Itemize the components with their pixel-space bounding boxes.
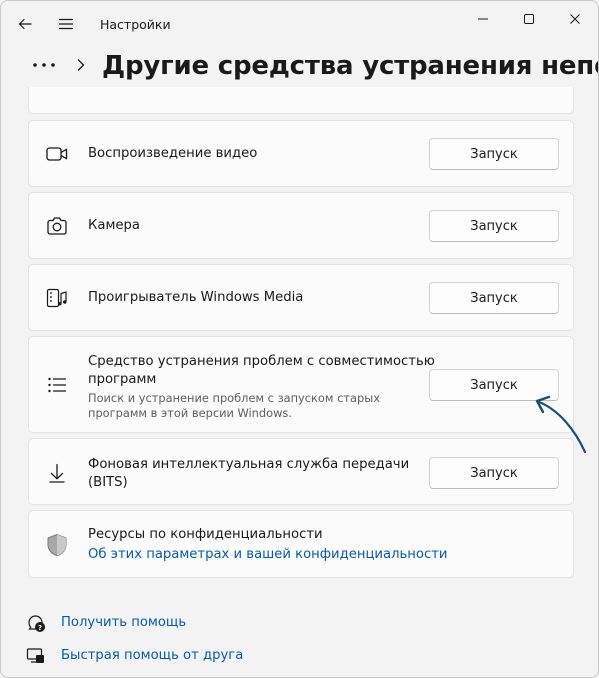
close-icon [570,14,580,24]
item-label: Камера [88,218,140,233]
hamburger-icon [58,18,74,30]
get-help-link[interactable]: Получить помощь [61,615,186,630]
item-label-line1: Фоновая интеллектуальная служба передачи [88,457,410,472]
item-label: Воспроизведение видео [88,146,258,161]
breadcrumb-chevron [74,55,88,75]
back-button[interactable] [11,10,39,38]
list-item-program-compatibility: Средство устранения проблем с совместимо… [28,336,574,433]
run-camera-button[interactable]: Запуск [429,210,559,242]
download-arrow-icon [45,461,69,485]
item-label-line2: (BITS) [88,475,128,490]
run-video-playback-button[interactable]: Запуск [429,138,559,170]
camera-icon [45,214,69,238]
item-label-line1: Средство устранения проблем с совместимо… [88,354,435,369]
list-item-windows-media-player: Проигрыватель Windows Media Запуск [28,264,574,331]
back-arrow-icon [18,18,32,30]
chevron-right-icon [77,59,85,71]
run-windows-media-player-button[interactable]: Запуск [429,282,559,314]
maximize-button[interactable] [506,4,552,34]
item-label-line2: программ [88,372,157,387]
shield-icon [45,533,69,557]
run-bits-button[interactable]: Запуск [429,457,559,489]
minimize-icon [478,18,488,20]
privacy-title: Ресурсы по конфиденциальности [88,527,323,542]
list-item-partial [28,87,574,114]
item-description-line2: программ в этой версии Windows. [88,406,292,420]
annotation-arrow-icon [535,395,587,454]
item-description-line1: Поиск и устранение проблем с запуском ст… [88,391,380,405]
page-title: Другие средства устранения неполадок [102,51,598,81]
list-item-camera: Камера Запуск [28,192,574,259]
get-help-icon: ? [25,612,47,634]
item-label: Проигрыватель Windows Media [88,290,304,305]
quick-assist-icon [25,645,47,667]
settings-window: Настройки Другие средства устранения неп… [0,0,599,678]
minimize-button[interactable] [460,4,506,34]
media-player-icon [45,286,69,310]
list-item-bits: Фоновая интеллектуальная служба передачи… [28,438,574,505]
maximize-icon [524,14,534,24]
breadcrumb-more-button[interactable] [30,55,58,75]
close-button[interactable] [552,4,598,34]
privacy-link[interactable]: Об этих параметрах и вашей конфиденциаль… [88,546,447,564]
privacy-resources-card: Ресурсы по конфиденциальности Об этих па… [28,510,574,578]
quick-assist-link[interactable]: Быстрая помощь от друга [61,648,243,663]
list-icon [45,373,69,397]
video-camera-icon [45,142,69,166]
menu-button[interactable] [52,10,80,38]
svg-text:?: ? [38,624,42,632]
app-title: Настройки [100,17,171,32]
more-dots-icon [33,63,55,67]
title-bar: Настройки [1,1,598,47]
list-item-video-playback: Воспроизведение видео Запуск [28,120,574,187]
